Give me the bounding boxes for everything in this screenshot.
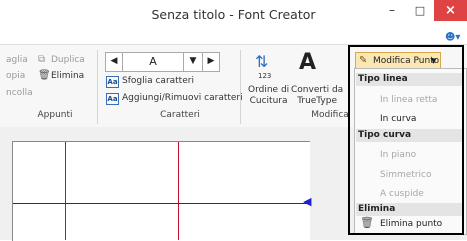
next-char-button[interactable]: ▶	[202, 52, 220, 72]
minimize-button[interactable]: –	[378, 0, 406, 22]
current-char-field[interactable]: A	[122, 52, 184, 72]
copy-label[interactable]: opia	[6, 71, 25, 81]
group-label-clipboard: Appunti	[37, 110, 73, 120]
duplicate-label[interactable]: Duplica	[51, 55, 85, 65]
baseline	[13, 203, 309, 204]
delete-label[interactable]: Elimina	[51, 71, 84, 81]
group-separator	[97, 50, 98, 124]
browse-chars-icon: Aa	[106, 76, 119, 88]
highlight-frame	[348, 45, 464, 235]
glyph-canvas[interactable]	[12, 141, 310, 241]
duplicate-icon: ⧉	[38, 54, 46, 65]
prev-char-button[interactable]: ◀	[105, 52, 123, 72]
guide-line-right	[178, 142, 179, 240]
seam-order-button[interactable]: Ordine di Cucitura	[248, 85, 289, 107]
seam-order-number: 123	[258, 72, 272, 80]
delete-icon: 🗑	[38, 70, 51, 81]
paste-label[interactable]: ncolla	[6, 88, 33, 98]
group-separator	[240, 50, 241, 124]
maximize-button[interactable]: □	[406, 0, 434, 22]
group-label-modify: Modifica	[311, 110, 349, 120]
cut-label[interactable]: aglia	[6, 55, 28, 65]
add-remove-chars-icon: Aa	[106, 93, 119, 105]
add-remove-chars-button[interactable]: Aggiungi/Rimuovi caratteri	[122, 93, 243, 103]
browse-chars-button[interactable]: Sfoglia caratteri	[122, 76, 194, 86]
convert-truetype-icon: A	[299, 50, 317, 75]
char-dropdown-button[interactable]: ▼	[183, 52, 203, 72]
seam-order-icon: ⇅	[255, 52, 269, 71]
guide-line-left	[65, 142, 66, 240]
convert-truetype-button[interactable]: Converti da TrueType	[291, 85, 343, 107]
close-button[interactable]: ×	[434, 0, 467, 21]
group-label-characters: Caratteri	[160, 110, 200, 120]
baseline-handle-icon[interactable]: ◀	[303, 196, 311, 208]
